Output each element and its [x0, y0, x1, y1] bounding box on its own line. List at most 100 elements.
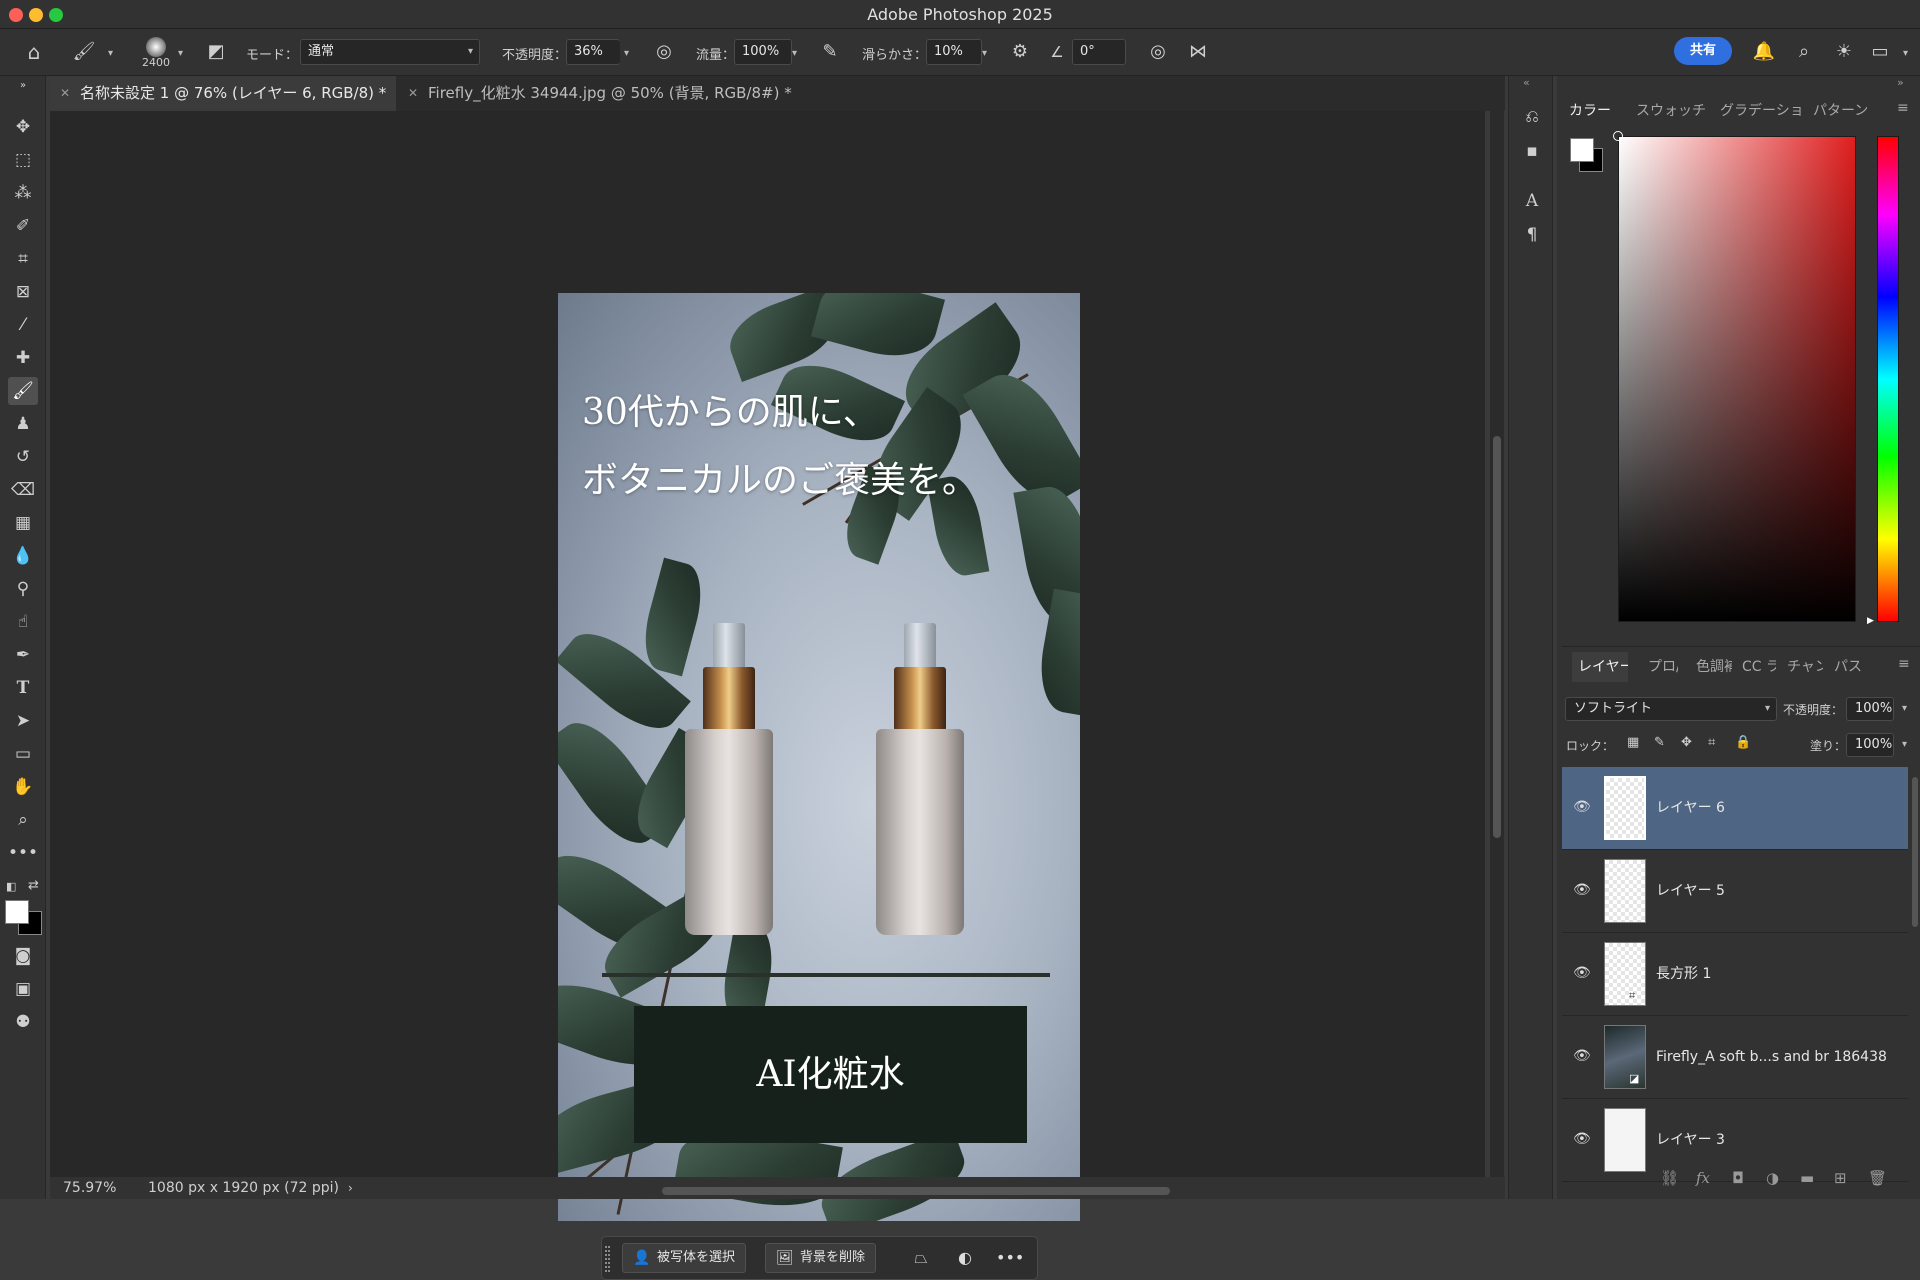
- brush-tool-icon[interactable]: 🖌: [8, 377, 38, 405]
- history-icon[interactable]: ⎌: [1519, 104, 1545, 130]
- lock-transparent-icon[interactable]: ▦: [1627, 735, 1639, 750]
- angle-input[interactable]: 0°: [1072, 39, 1126, 65]
- tab-adjustments[interactable]: 色調補: [1696, 652, 1732, 682]
- layer-thumbnail[interactable]: [1604, 1108, 1646, 1172]
- layer-row[interactable]: 👁 レイヤー 5: [1562, 850, 1908, 933]
- zoom-level[interactable]: 75.97%: [63, 1177, 116, 1199]
- expand-panel-icon[interactable]: »: [1897, 76, 1904, 89]
- move-tool-icon[interactable]: ✥: [8, 113, 38, 141]
- flow-input[interactable]: 100%: [734, 39, 792, 65]
- symmetry-icon[interactable]: ⋈: [1186, 40, 1210, 64]
- layer-thumbnail[interactable]: ⌗: [1604, 942, 1646, 1006]
- bell-icon[interactable]: 🔔: [1752, 40, 1776, 64]
- smoothing-input[interactable]: 10%: [926, 39, 982, 65]
- remove-background-button[interactable]: 🖼 背景を削除: [765, 1243, 877, 1273]
- mode-select[interactable]: 通常 ▾: [300, 39, 480, 65]
- crop-tool-icon[interactable]: ⌗: [8, 245, 38, 273]
- comments-icon[interactable]: ▪: [1519, 138, 1545, 164]
- history-brush-tool-icon[interactable]: ↺: [8, 443, 38, 471]
- horizontal-scroll-thumb[interactable]: [662, 1187, 1170, 1195]
- trash-icon[interactable]: 🗑: [1868, 1169, 1887, 1187]
- hue-marker[interactable]: ▶: [1867, 616, 1874, 626]
- blend-mode-select[interactable]: ソフトライト ▾: [1565, 697, 1777, 721]
- layer-thumbnail[interactable]: [1604, 776, 1646, 840]
- layer-thumbnail[interactable]: [1604, 859, 1646, 923]
- close-icon[interactable]: ✕: [60, 76, 70, 111]
- layer-name[interactable]: Firefly_A soft b...s and br 186438: [1656, 1016, 1887, 1099]
- airbrush-icon[interactable]: ✎: [818, 40, 842, 64]
- eye-icon[interactable]: 👁: [1573, 882, 1591, 898]
- default-colors-icon[interactable]: ◧: [6, 880, 16, 893]
- pressure-size-icon[interactable]: ◎: [1146, 40, 1170, 64]
- workspace-icon[interactable]: ▭: [1868, 40, 1892, 64]
- folder-icon[interactable]: ▬: [1800, 1169, 1814, 1187]
- panel-menu-icon[interactable]: ≡: [1897, 100, 1909, 116]
- hue-slider[interactable]: [1877, 136, 1899, 622]
- layers-scroll-thumb[interactable]: [1912, 777, 1918, 927]
- frame-tool-icon[interactable]: ⊠: [8, 278, 38, 306]
- marquee-tool-icon[interactable]: ⬚: [8, 146, 38, 174]
- brush-preset-icon[interactable]: 🖌: [72, 40, 96, 64]
- link-icon[interactable]: ⛓: [1660, 1169, 1679, 1187]
- stamp-tool-icon[interactable]: ♟: [8, 410, 38, 438]
- eye-icon[interactable]: 👁: [1573, 965, 1591, 981]
- chevron-down-icon[interactable]: ▾: [1903, 48, 1908, 59]
- character-icon[interactable]: A: [1519, 188, 1545, 214]
- tab-cc-libraries[interactable]: CC ラ: [1742, 652, 1776, 682]
- eraser-tool-icon[interactable]: ⌫: [8, 476, 38, 504]
- adjustment-layer-icon[interactable]: ◑: [1766, 1169, 1779, 1187]
- hand-tool-icon[interactable]: ✋: [8, 773, 38, 801]
- chevron-down-icon[interactable]: ▾: [1902, 739, 1907, 750]
- lock-artboard-icon[interactable]: ⌗: [1708, 735, 1715, 750]
- fill-input[interactable]: 100%: [1846, 733, 1894, 757]
- tab-patterns[interactable]: パターン: [1813, 96, 1873, 126]
- eye-icon[interactable]: 👁: [1573, 799, 1591, 815]
- eye-icon[interactable]: 👁: [1573, 1048, 1591, 1064]
- layer-name[interactable]: レイヤー 5: [1656, 850, 1725, 933]
- color-picker-handle[interactable]: [1613, 131, 1623, 141]
- healing-brush-tool-icon[interactable]: ✚: [8, 344, 38, 372]
- gear-icon[interactable]: ⚙: [1008, 40, 1032, 64]
- mask-icon[interactable]: ◘: [1732, 1169, 1744, 1187]
- quick-selection-tool-icon[interactable]: ✐: [8, 212, 38, 240]
- type-tool-icon[interactable]: T: [8, 674, 38, 702]
- chevron-right-icon[interactable]: ›: [348, 1177, 353, 1199]
- tab-color[interactable]: カラー: [1569, 96, 1619, 126]
- chevron-down-icon[interactable]: ▾: [178, 48, 183, 59]
- layer-thumbnail[interactable]: ◪: [1604, 1025, 1646, 1089]
- gradient-tool-icon[interactable]: ▦: [8, 509, 38, 537]
- drag-handle[interactable]: [605, 1246, 610, 1272]
- fx-icon[interactable]: fx: [1696, 1169, 1710, 1187]
- chevron-down-icon[interactable]: ▾: [982, 48, 987, 59]
- scroll-thumb[interactable]: [1493, 436, 1501, 838]
- new-layer-icon[interactable]: ⊞: [1834, 1169, 1847, 1187]
- tab-document-1[interactable]: ✕ 名称未設定 1 @ 76% (レイヤー 6, RGB/8) *: [50, 76, 396, 111]
- brush-settings-icon[interactable]: ◩: [204, 40, 228, 64]
- search-icon[interactable]: ⌕: [1792, 40, 1816, 64]
- rectangle-tool-icon[interactable]: ▭: [8, 740, 38, 768]
- opacity-input[interactable]: 36%: [566, 39, 620, 65]
- chevron-down-icon[interactable]: ▾: [108, 48, 113, 59]
- lock-pixels-icon[interactable]: ✎: [1654, 735, 1665, 750]
- headline[interactable]: 30代からの肌に、 ボタニカルのご褒美を。: [582, 379, 978, 515]
- lightbulb-icon[interactable]: ☀: [1832, 40, 1856, 64]
- close-icon[interactable]: ✕: [408, 76, 418, 111]
- product-name-box[interactable]: AI化粧水: [634, 1006, 1027, 1143]
- color-field[interactable]: [1618, 136, 1856, 622]
- layer-name[interactable]: レイヤー 6: [1656, 767, 1725, 850]
- tab-swatches[interactable]: スウォッチ: [1636, 96, 1710, 126]
- chevron-down-icon[interactable]: ▾: [1902, 703, 1907, 714]
- eyedropper-tool-icon[interactable]: ⁄: [8, 311, 38, 339]
- chevron-down-icon[interactable]: ▾: [792, 48, 797, 59]
- lock-position-icon[interactable]: ✥: [1681, 735, 1692, 750]
- dodge-tool-icon[interactable]: ⚲: [8, 575, 38, 603]
- content-credentials-icon[interactable]: ⚉: [8, 1008, 38, 1036]
- pen-tool-icon[interactable]: ✒: [8, 641, 38, 669]
- layer-opacity-input[interactable]: 100%: [1846, 697, 1894, 721]
- tab-channels[interactable]: チャン: [1787, 652, 1823, 682]
- tab-layers[interactable]: レイヤー: [1572, 652, 1628, 682]
- blur-tool-icon[interactable]: 💧: [8, 542, 38, 570]
- expand-panel-icon[interactable]: »: [8, 79, 38, 93]
- more-tools-icon[interactable]: •••: [8, 839, 38, 867]
- layer-row[interactable]: 👁 レイヤー 6: [1562, 767, 1908, 850]
